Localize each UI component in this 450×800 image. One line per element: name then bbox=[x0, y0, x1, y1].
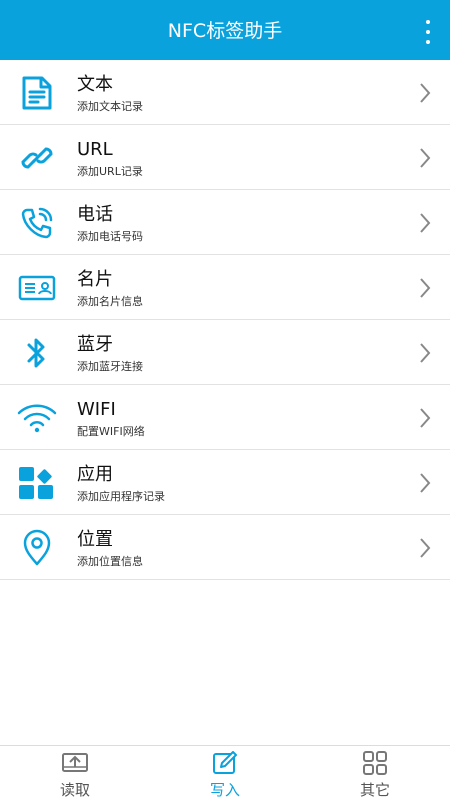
list-item-phone[interactable]: 电话 添加电话号码 bbox=[0, 190, 450, 255]
item-label: 名片 bbox=[77, 269, 113, 290]
more-vert-icon[interactable] bbox=[420, 20, 436, 44]
chevron-right-icon bbox=[420, 83, 431, 103]
chevron-right-icon bbox=[420, 278, 431, 298]
app-title: NFC标签助手 bbox=[167, 20, 283, 42]
item-label: WIFI bbox=[77, 399, 116, 420]
record-type-list: 文本 添加文本记录 URL 添加URL记录 电话 添加电话号码 名片 添加名片信… bbox=[0, 60, 450, 580]
read-tray-icon bbox=[62, 753, 88, 772]
list-item-text[interactable]: 文本 添加文本记录 bbox=[0, 60, 450, 125]
chevron-right-icon bbox=[420, 148, 431, 168]
item-subtitle: 添加应用程序记录 bbox=[77, 490, 165, 503]
link-icon bbox=[16, 138, 58, 178]
write-edit-icon bbox=[213, 751, 237, 774]
chevron-right-icon bbox=[420, 538, 431, 558]
wifi-icon bbox=[16, 398, 58, 438]
list-item-apps[interactable]: 应用 添加应用程序记录 bbox=[0, 450, 450, 515]
chevron-right-icon bbox=[420, 343, 431, 363]
item-subtitle: 添加名片信息 bbox=[77, 295, 143, 308]
item-subtitle: 添加URL记录 bbox=[77, 165, 143, 178]
item-label: URL bbox=[77, 139, 113, 160]
app-bar: NFC标签助手 bbox=[0, 0, 450, 60]
item-label: 电话 bbox=[77, 204, 113, 225]
list-item-location[interactable]: 位置 添加位置信息 bbox=[0, 515, 450, 580]
tab-label: 读取 bbox=[59, 781, 90, 799]
chevron-right-icon bbox=[420, 408, 431, 428]
tab-write[interactable]: 写入 bbox=[150, 746, 300, 800]
grid-other-icon bbox=[363, 751, 387, 775]
business-card-icon bbox=[16, 268, 58, 308]
tab-read[interactable]: 读取 bbox=[0, 746, 150, 800]
list-item-bluetooth[interactable]: 蓝牙 添加蓝牙连接 bbox=[0, 320, 450, 385]
item-subtitle: 添加文本记录 bbox=[77, 100, 143, 113]
item-label: 文本 bbox=[77, 74, 113, 95]
document-icon bbox=[16, 73, 58, 113]
chevron-right-icon bbox=[420, 473, 431, 493]
list-item-business-card[interactable]: 名片 添加名片信息 bbox=[0, 255, 450, 320]
chevron-right-icon bbox=[420, 213, 431, 233]
item-label: 蓝牙 bbox=[77, 334, 113, 355]
bluetooth-icon bbox=[16, 333, 58, 373]
tab-other[interactable]: 其它 bbox=[300, 746, 450, 800]
bottom-tab-bar: 读取 写入 其它 bbox=[0, 745, 450, 800]
tab-label: 其它 bbox=[359, 781, 390, 799]
phone-icon bbox=[16, 203, 58, 243]
item-subtitle: 添加蓝牙连接 bbox=[77, 360, 143, 373]
apps-icon bbox=[16, 463, 58, 503]
list-item-wifi[interactable]: WIFI 配置WIFI网络 bbox=[0, 385, 450, 450]
tab-label: 写入 bbox=[209, 781, 240, 799]
item-label: 位置 bbox=[77, 529, 113, 550]
item-subtitle: 配置WIFI网络 bbox=[77, 425, 145, 438]
item-subtitle: 添加位置信息 bbox=[77, 555, 143, 568]
item-label: 应用 bbox=[77, 464, 113, 485]
item-subtitle: 添加电话号码 bbox=[77, 230, 143, 243]
list-item-url[interactable]: URL 添加URL记录 bbox=[0, 125, 450, 190]
location-pin-icon bbox=[16, 528, 58, 568]
